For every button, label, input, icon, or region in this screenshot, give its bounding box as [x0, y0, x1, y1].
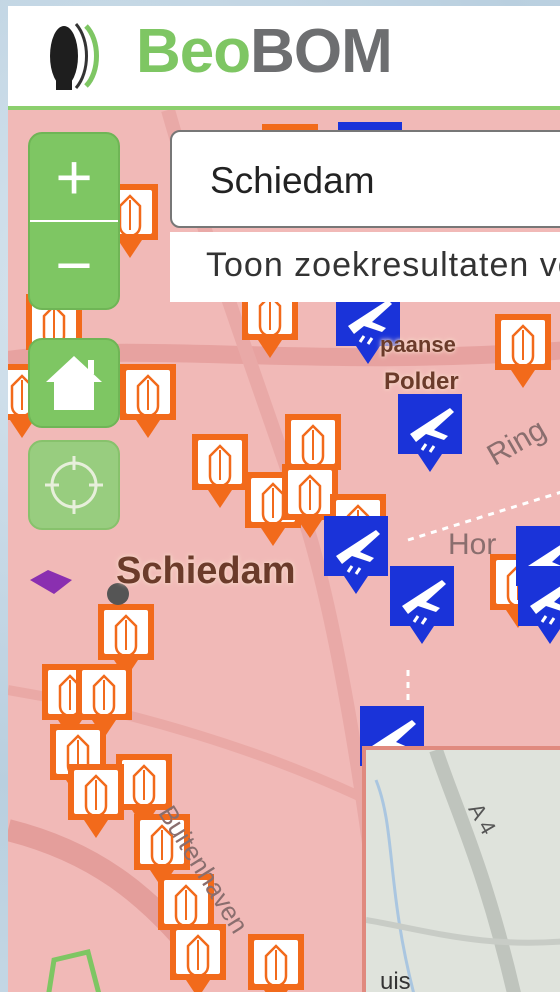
overview-map[interactable]: A 4 uis — [362, 746, 560, 992]
crosshair-icon — [45, 456, 103, 514]
home-icon — [46, 356, 102, 410]
app-window: BeoBOM Schiedam paanse Polder Ring Hor B… — [8, 6, 560, 992]
map[interactable]: Schiedam paanse Polder Ring Hor Buitenha… — [8, 110, 560, 992]
header: BeoBOM — [8, 6, 560, 110]
zoom-out-button[interactable]: − — [30, 222, 118, 308]
city-label: Schiedam — [116, 550, 296, 592]
bomb-marker[interactable] — [246, 932, 306, 992]
home-button[interactable] — [28, 338, 120, 428]
brand-logo[interactable]: BeoBOM — [136, 16, 393, 88]
screen-background: BeoBOM Schiedam paanse Polder Ring Hor B… — [0, 0, 560, 992]
inset-place-label: uis — [380, 968, 411, 992]
locate-button[interactable] — [28, 440, 120, 530]
search-results-hint[interactable]: Toon zoekresultaten vo — [170, 232, 560, 302]
overview-map-canvas — [366, 750, 560, 992]
brand-bom: BOM — [250, 17, 393, 86]
zoom-in-button[interactable]: + — [30, 134, 118, 222]
search-results-text: Toon zoekresultaten vo — [206, 246, 560, 284]
search-input[interactable] — [208, 152, 560, 210]
brand-beo: Beo — [136, 17, 251, 86]
district-label-2: Polder — [384, 368, 459, 395]
search-box[interactable] — [170, 130, 560, 228]
district-label-1: paanse — [380, 332, 456, 357]
road-label-hor: Hor — [448, 528, 497, 561]
zoom-control: + − — [28, 132, 120, 310]
bomb-logo-icon — [50, 23, 99, 90]
